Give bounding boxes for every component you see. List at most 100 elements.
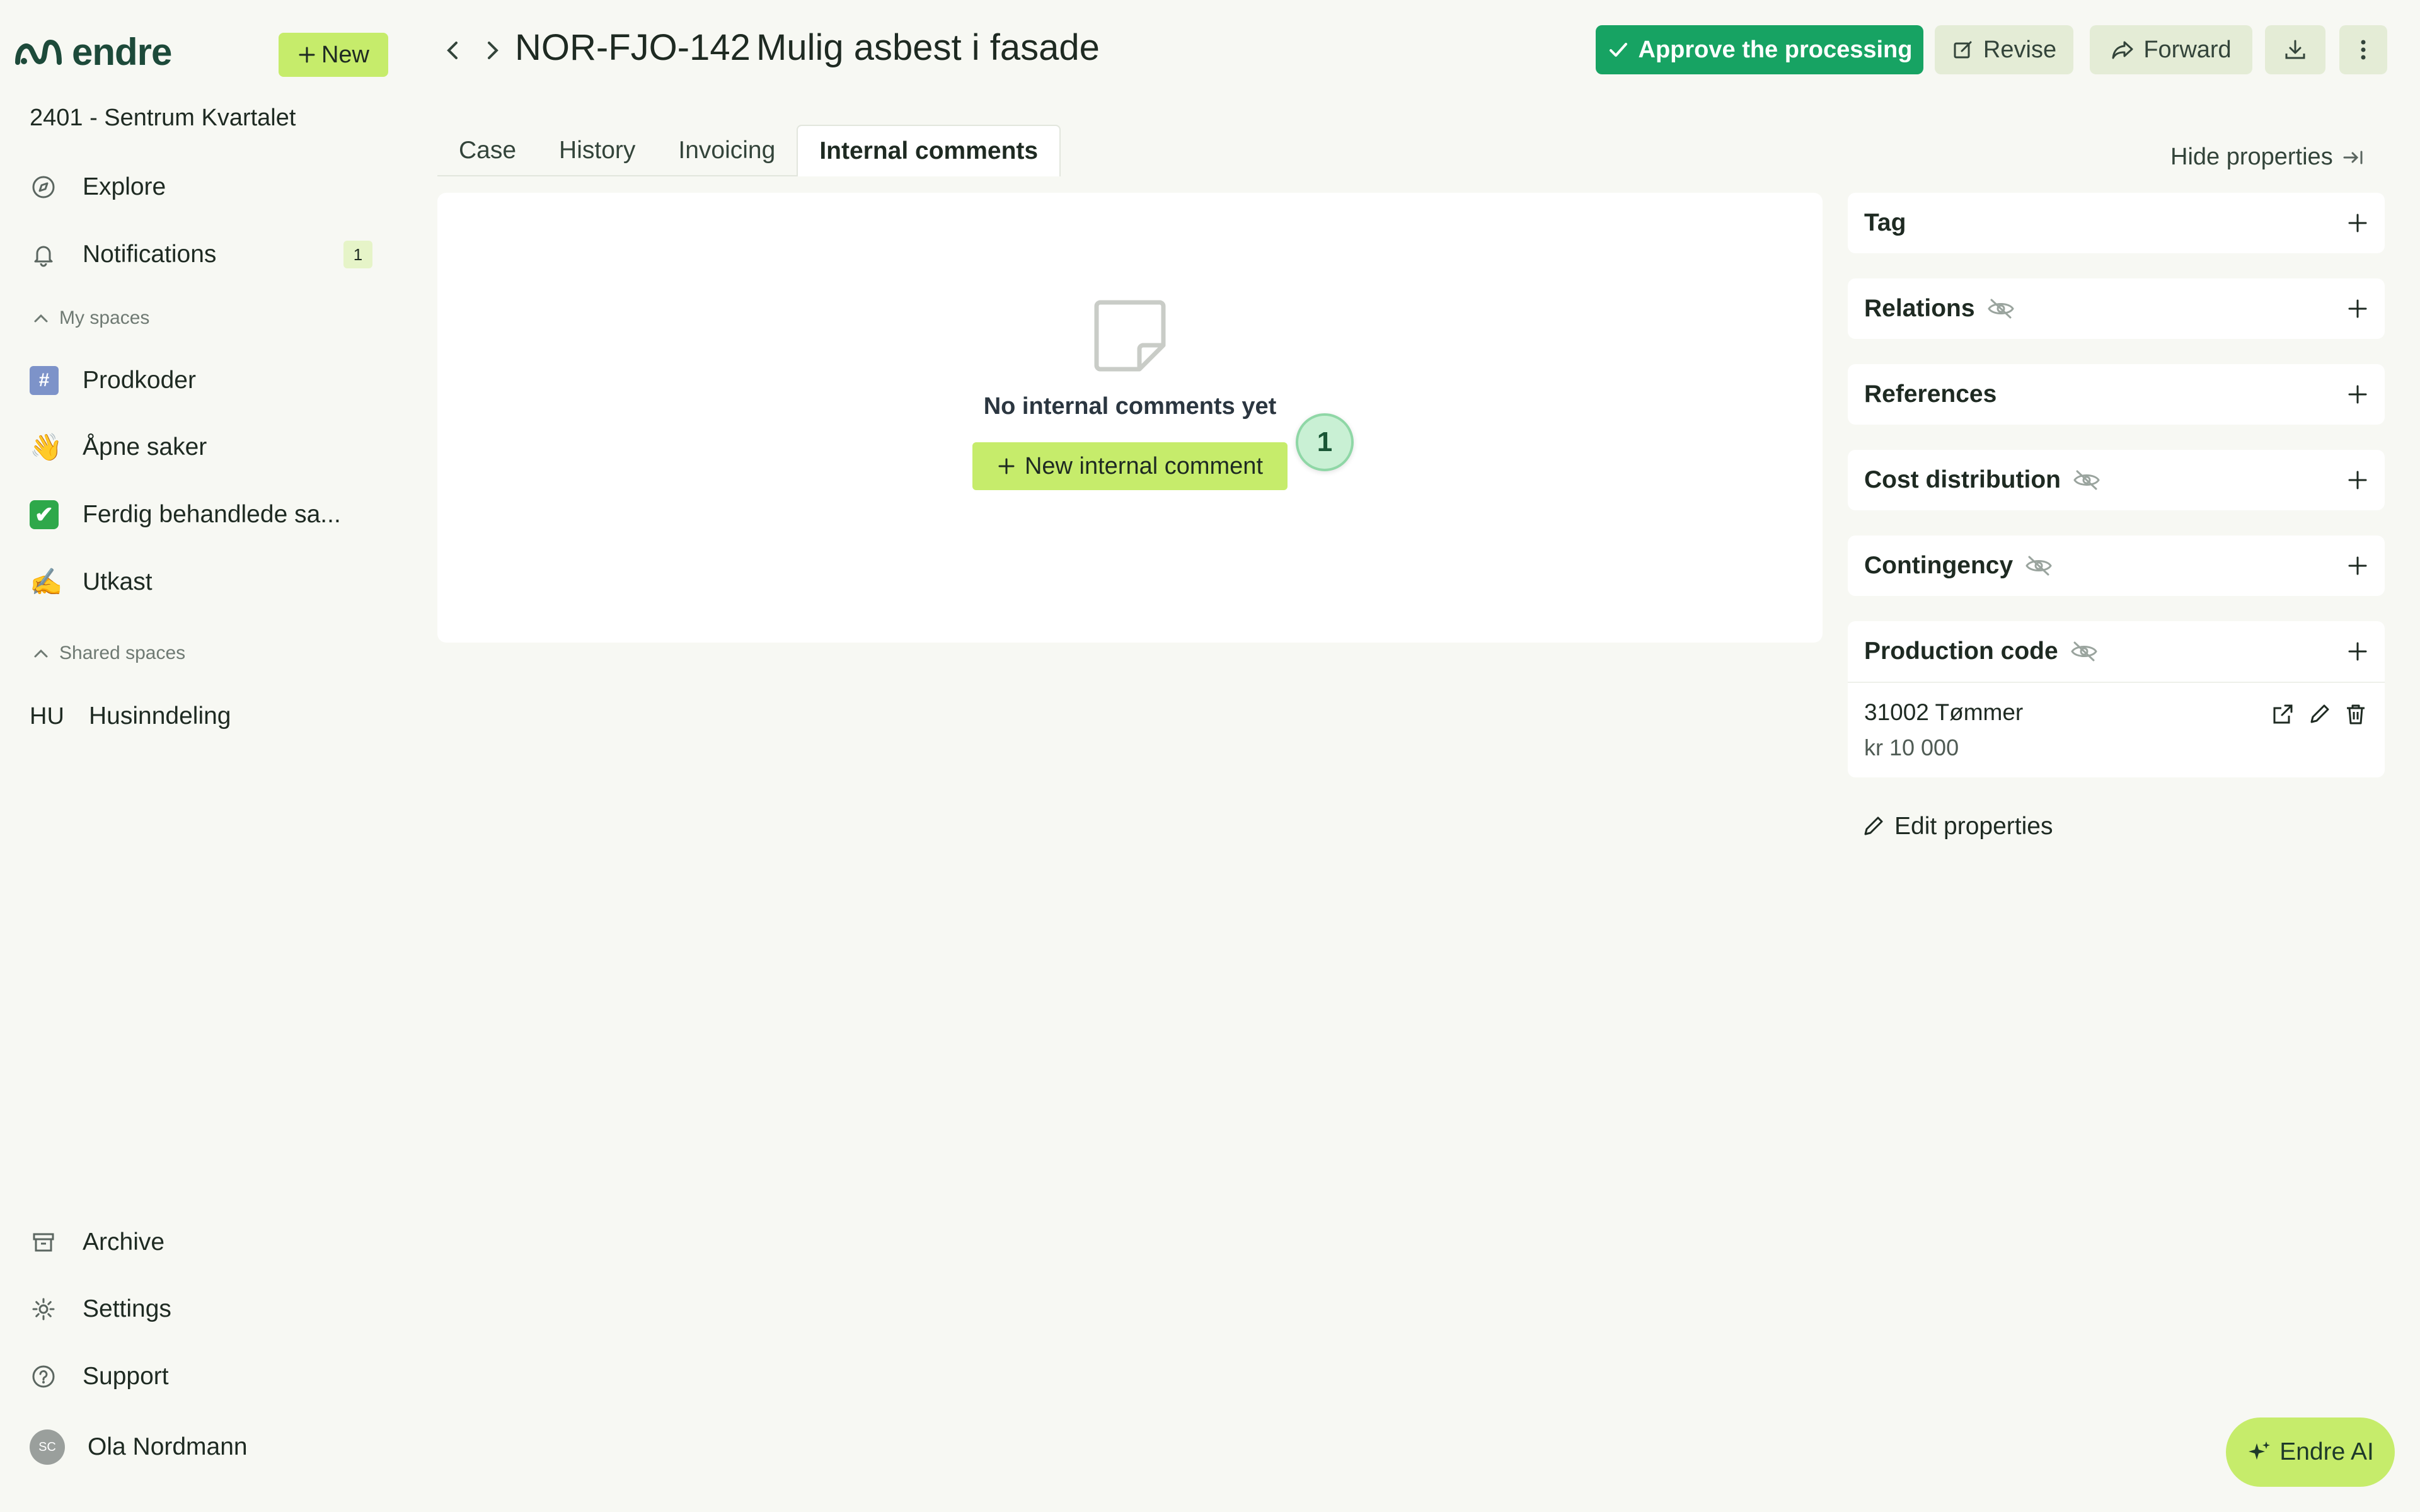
- new-button-label: New: [321, 41, 370, 68]
- pencil-icon: [1864, 816, 1883, 835]
- tab-internal-comments[interactable]: Internal comments: [797, 125, 1061, 176]
- production-code-item: 31002 Tømmer kr 10 000: [1848, 682, 2385, 777]
- sidebar-item-label: Prodkoder: [83, 367, 196, 394]
- add-reference-plus-icon[interactable]: [2347, 384, 2368, 405]
- case-tabs: Case History Invoicing Internal comments: [437, 125, 1061, 176]
- waving-hand-icon: 👋: [30, 432, 63, 462]
- page-title: Mulig asbest i fasade: [756, 27, 1100, 68]
- user-menu[interactable]: SC Ola Nordmann: [30, 1425, 248, 1469]
- property-label: Relations: [1864, 295, 1975, 322]
- case-navigation: [441, 33, 504, 68]
- edit-icon: [1954, 41, 1972, 59]
- sidebar-item-husinndeling[interactable]: HU Husinndeling: [30, 694, 231, 738]
- eye-off-icon: [2070, 641, 2099, 662]
- tab-invoicing[interactable]: Invoicing: [657, 125, 797, 176]
- tab-history[interactable]: History: [538, 125, 657, 176]
- internal-comments-panel: No internal comments yet New internal co…: [437, 193, 1823, 643]
- property-label: References: [1864, 381, 1997, 408]
- notification-count-badge: 1: [343, 241, 372, 268]
- add-relation-plus-icon[interactable]: [2347, 298, 2368, 319]
- forward-icon: [2112, 41, 2133, 59]
- eye-off-icon: [2024, 555, 2053, 576]
- property-label: Contingency: [1864, 552, 2014, 579]
- more-vertical-icon: [2361, 40, 2366, 60]
- endre-logo[interactable]: endre: [14, 30, 172, 74]
- sidebar-item-label: Archive: [83, 1228, 165, 1256]
- hide-properties-button[interactable]: Hide properties: [2170, 144, 2365, 171]
- add-production-code-plus-icon[interactable]: [2347, 641, 2368, 662]
- sidebar-item-label: Explore: [83, 173, 166, 200]
- forward-button[interactable]: Forward: [2090, 25, 2252, 74]
- sidebar-item-label: Settings: [83, 1295, 171, 1322]
- check-icon: [1609, 43, 1627, 57]
- sidebar-item-label: Notifications: [83, 241, 217, 268]
- download-button[interactable]: [2265, 25, 2325, 74]
- download-icon: [2285, 40, 2305, 59]
- tab-case[interactable]: Case: [437, 125, 538, 176]
- sidebar-item-label: Ferdig behandlede sa...: [83, 501, 341, 528]
- sidebar-item-apne-saker[interactable]: 👋 Åpne saker: [30, 425, 207, 469]
- add-cost-distribution-plus-icon[interactable]: [2347, 469, 2368, 491]
- avatar: SC: [30, 1429, 65, 1465]
- sidebar-item-label: Support: [83, 1363, 169, 1390]
- hash-icon: #: [30, 366, 59, 395]
- external-link-icon[interactable]: [2270, 702, 2295, 727]
- archive-icon: [30, 1228, 57, 1256]
- endre-ai-button[interactable]: Endre AI: [2226, 1418, 2395, 1487]
- shared-spaces-toggle[interactable]: Shared spaces: [32, 643, 185, 664]
- property-production-code: Production code 31002 Tømmer kr 10 000: [1848, 621, 2385, 777]
- revise-button-label: Revise: [1983, 36, 2057, 63]
- logo-icon: [15, 39, 62, 65]
- case-id: NOR-FJO-142: [515, 27, 751, 68]
- pencil-icon[interactable]: [2307, 702, 2332, 727]
- empty-state-text: No internal comments yet: [983, 393, 1277, 420]
- plus-icon: [998, 458, 1015, 474]
- chevron-left-icon[interactable]: [441, 33, 464, 68]
- property-tag: Tag: [1848, 193, 2385, 253]
- check-mark-icon: ✔: [30, 500, 59, 529]
- step-marker-badge: 1: [1296, 413, 1354, 471]
- chevron-up-icon: [34, 649, 48, 658]
- help-icon: [30, 1363, 57, 1390]
- my-spaces-toggle[interactable]: My spaces: [32, 307, 149, 329]
- property-references: References: [1848, 364, 2385, 425]
- compass-icon: [30, 173, 57, 201]
- property-contingency: Contingency: [1848, 536, 2385, 596]
- user-name: Ola Nordmann: [88, 1433, 248, 1460]
- gear-icon: [30, 1295, 57, 1323]
- property-relations: Relations: [1848, 278, 2385, 339]
- collapse-right-icon: [2343, 151, 2363, 164]
- sidebar-item-prodkoder[interactable]: # Prodkoder: [30, 358, 196, 403]
- revise-button[interactable]: Revise: [1935, 25, 2073, 74]
- sidebar-item-label: Utkast: [83, 568, 153, 595]
- section-label: Shared spaces: [59, 643, 186, 663]
- new-button[interactable]: New: [279, 33, 388, 77]
- hide-properties-label: Hide properties: [2170, 144, 2333, 170]
- chevron-up-icon: [34, 314, 48, 323]
- sidebar-item-label: Husinndeling: [89, 702, 231, 730]
- sidebar-item-notifications[interactable]: Notifications: [30, 232, 216, 277]
- sidebar-item-settings[interactable]: Settings: [30, 1287, 171, 1331]
- sidebar-item-utkast[interactable]: ✍️ Utkast: [30, 560, 153, 604]
- note-icon: [1094, 300, 1166, 372]
- sidebar: endre New 2401 - Sentrum Kvartalet Explo…: [0, 0, 410, 1512]
- sidebar-item-support[interactable]: Support: [30, 1354, 169, 1399]
- plus-icon: [299, 47, 315, 63]
- edit-properties-button[interactable]: Edit properties: [1860, 813, 2053, 840]
- add-contingency-plus-icon[interactable]: [2347, 555, 2368, 576]
- eye-off-icon: [1986, 298, 2015, 319]
- chevron-right-icon[interactable]: [481, 33, 504, 68]
- trash-icon[interactable]: [2343, 702, 2368, 727]
- new-internal-comment-button[interactable]: New internal comment: [972, 442, 1288, 490]
- property-label: Production code: [1864, 638, 2058, 665]
- project-selector[interactable]: 2401 - Sentrum Kvartalet: [30, 105, 296, 132]
- production-code-amount: kr 10 000: [1864, 735, 1959, 760]
- add-tag-plus-icon[interactable]: [2347, 212, 2368, 234]
- section-label: My spaces: [59, 307, 150, 328]
- sidebar-item-archive[interactable]: Archive: [30, 1220, 164, 1264]
- approve-button[interactable]: Approve the processing: [1596, 25, 1923, 74]
- bell-icon: [30, 241, 57, 268]
- sidebar-item-ferdig-behandlede[interactable]: ✔ Ferdig behandlede sa...: [30, 493, 341, 537]
- sidebar-item-explore[interactable]: Explore: [30, 165, 166, 209]
- more-options-button[interactable]: [2339, 25, 2387, 74]
